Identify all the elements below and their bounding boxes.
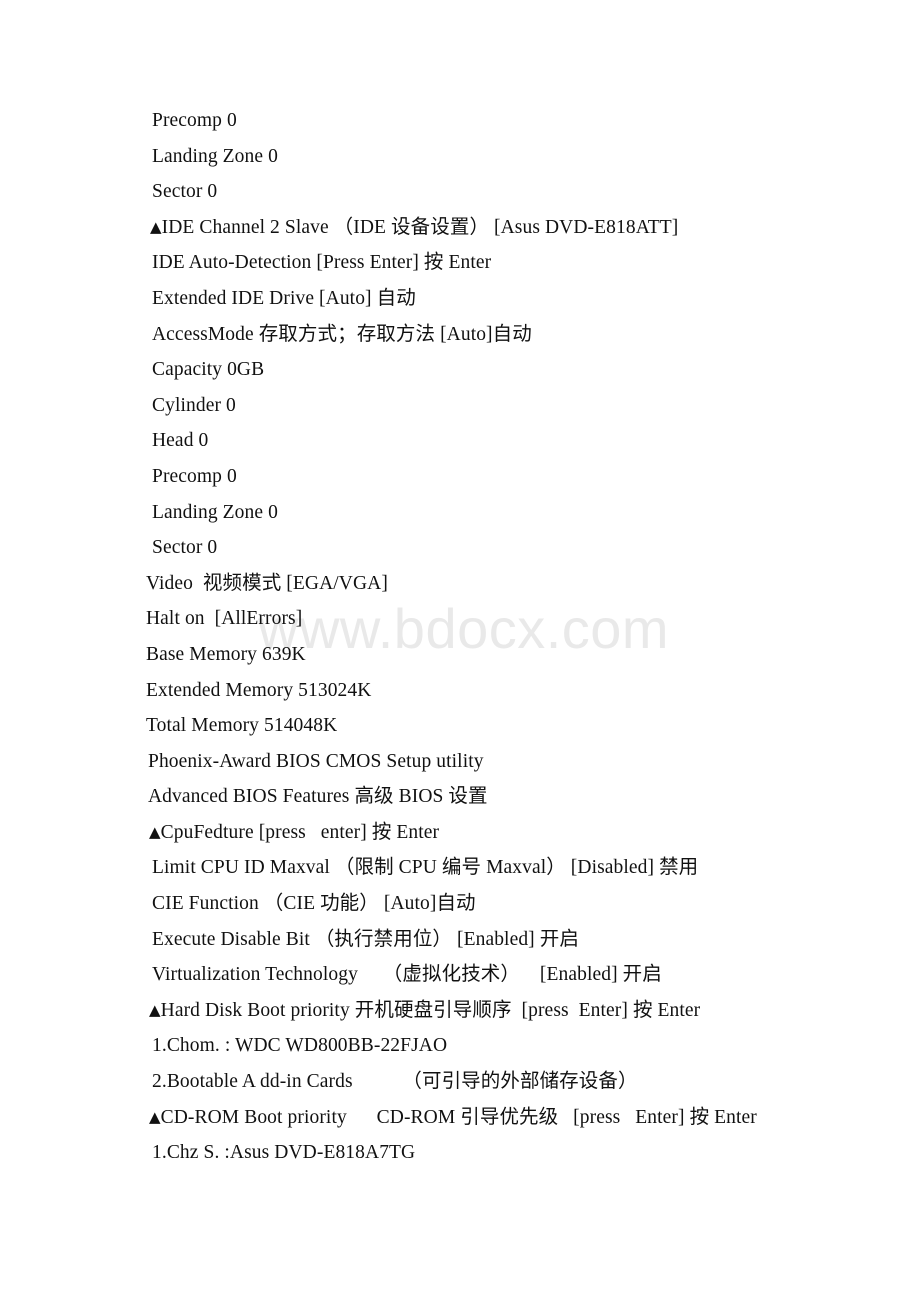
doc-line-cpu-fedture: ▲CpuFedture [press enter] 按 Enter [0, 815, 920, 851]
doc-line-cie-function: CIE Function （CIE 功能） [Auto]自动 [0, 886, 920, 922]
doc-line-text: Limit CPU ID Maxval （限制 CPU 编号 Maxval） [… [152, 857, 699, 879]
doc-line-text: Virtualization Technology （虚拟化技术） [Enabl… [152, 964, 662, 986]
doc-line-text: CD-ROM Boot priority CD-ROM 引导优先级 [press… [160, 1106, 757, 1128]
doc-line-text: Base Memory 639K [146, 643, 306, 665]
doc-line-text: Phoenix-Award BIOS CMOS Setup utility [148, 750, 484, 772]
doc-line-precomp-1: Precomp 0 [0, 103, 920, 139]
triangle-bullet-icon: ▲ [149, 1000, 161, 1019]
doc-line-text: 1.Chom. : WDC WD800BB-22FJAO [152, 1035, 448, 1057]
doc-line-extended-memory: Extended Memory 513024K [0, 673, 920, 709]
doc-line-text: Extended IDE Drive [Auto] 自动 [152, 287, 416, 309]
doc-line-text: IDE Channel 2 Slave （IDE 设备设置） [Asus DVD… [161, 216, 679, 238]
doc-line-text: CIE Function （CIE 功能） [Auto]自动 [152, 893, 476, 915]
doc-line-text: Sector 0 [152, 537, 218, 559]
doc-line-total-memory: Total Memory 514048K [0, 708, 920, 744]
doc-line-text: Capacity 0GB [152, 359, 265, 381]
doc-line-hdd-entry-2: 2.Bootable A dd-in Cards （可引导的外部储存设备） [0, 1064, 920, 1100]
doc-line-text: Extended Memory 513024K [146, 679, 372, 701]
doc-line-text: Halt on [AllErrors] [146, 608, 303, 630]
doc-line-text: Precomp 0 [152, 465, 237, 487]
doc-line-ide-auto-detection: IDE Auto-Detection [Press Enter] 按 Enter [0, 245, 920, 281]
doc-line-hdd-entry-1: 1.Chom. : WDC WD800BB-22FJAO [0, 1028, 920, 1064]
doc-line-text: Hard Disk Boot priority 开机硬盘引导顺序 [press … [160, 999, 701, 1021]
doc-line-text: Landing Zone 0 [152, 145, 278, 167]
doc-line-halt-on: Halt on [AllErrors] [0, 601, 920, 637]
doc-line-ide-channel-2-slave: ▲IDE Channel 2 Slave （IDE 设备设置） [Asus DV… [0, 210, 920, 246]
doc-line-advanced-bios-features: Advanced BIOS Features 高级 BIOS 设置 [0, 779, 920, 815]
doc-line-capacity: Capacity 0GB [0, 352, 920, 388]
doc-line-text: Cylinder 0 [152, 394, 236, 416]
doc-line-text: AccessMode 存取方式；存取方法 [Auto]自动 [152, 323, 532, 345]
doc-line-extended-ide-drive: Extended IDE Drive [Auto] 自动 [0, 281, 920, 317]
doc-line-head: Head 0 [0, 423, 920, 459]
doc-line-base-memory: Base Memory 639K [0, 637, 920, 673]
doc-line-phoenix-award-title: Phoenix-Award BIOS CMOS Setup utility [0, 744, 920, 780]
doc-line-text: Execute Disable Bit （执行禁用位） [Enabled] 开启 [152, 928, 579, 950]
doc-line-cdrom-entry-1: 1.Chz S. :Asus DVD-E818A7TG [0, 1135, 920, 1171]
doc-line-text: Video 视频模式 [EGA/VGA] [146, 572, 388, 594]
doc-line-text: 2.Bootable A dd-in Cards （可引导的外部储存设备） [152, 1071, 638, 1093]
triangle-bullet-icon: ▲ [149, 1107, 161, 1126]
triangle-bullet-icon: ▲ [149, 822, 161, 841]
doc-line-precomp-2: Precomp 0 [0, 459, 920, 495]
doc-line-video: Video 视频模式 [EGA/VGA] [0, 566, 920, 602]
doc-line-landing-zone-2: Landing Zone 0 [0, 495, 920, 531]
doc-line-text: IDE Auto-Detection [Press Enter] 按 Enter [152, 252, 492, 274]
doc-line-text: Advanced BIOS Features 高级 BIOS 设置 [148, 786, 488, 808]
document-page: www.bdocx.com Precomp 0 Landing Zone 0 Sec… [0, 0, 920, 1302]
doc-line-limit-cpu-id-maxval: Limit CPU ID Maxval （限制 CPU 编号 Maxval） [… [0, 850, 920, 886]
doc-line-text: CpuFedture [press enter] 按 Enter [160, 821, 440, 843]
doc-line-access-mode: AccessMode 存取方式；存取方法 [Auto]自动 [0, 317, 920, 353]
doc-line-cdrom-boot-priority: ▲CD-ROM Boot priority CD-ROM 引导优先级 [pres… [0, 1100, 920, 1136]
doc-line-execute-disable-bit: Execute Disable Bit （执行禁用位） [Enabled] 开启 [0, 922, 920, 958]
doc-line-text: Landing Zone 0 [152, 501, 278, 523]
doc-line-hard-disk-boot-priority: ▲Hard Disk Boot priority 开机硬盘引导顺序 [press… [0, 993, 920, 1029]
doc-line-text: Total Memory 514048K [146, 715, 338, 737]
doc-line-landing-zone-1: Landing Zone 0 [0, 139, 920, 175]
doc-line-virtualization-tech: Virtualization Technology （虚拟化技术） [Enabl… [0, 957, 920, 993]
doc-line-sector-2: Sector 0 [0, 530, 920, 566]
triangle-bullet-icon: ▲ [150, 217, 162, 236]
doc-line-text: Sector 0 [152, 181, 218, 203]
document-text-body: Precomp 0 Landing Zone 0 Sector 0 ▲IDE Chan… [0, 103, 920, 1171]
doc-line-text: 1.Chz S. :Asus DVD-E818A7TG [152, 1142, 416, 1164]
doc-line-text: Precomp 0 [152, 110, 237, 131]
doc-line-sector-1: Sector 0 [0, 174, 920, 210]
doc-line-cylinder: Cylinder 0 [0, 388, 920, 424]
doc-line-text: Head 0 [152, 430, 209, 452]
